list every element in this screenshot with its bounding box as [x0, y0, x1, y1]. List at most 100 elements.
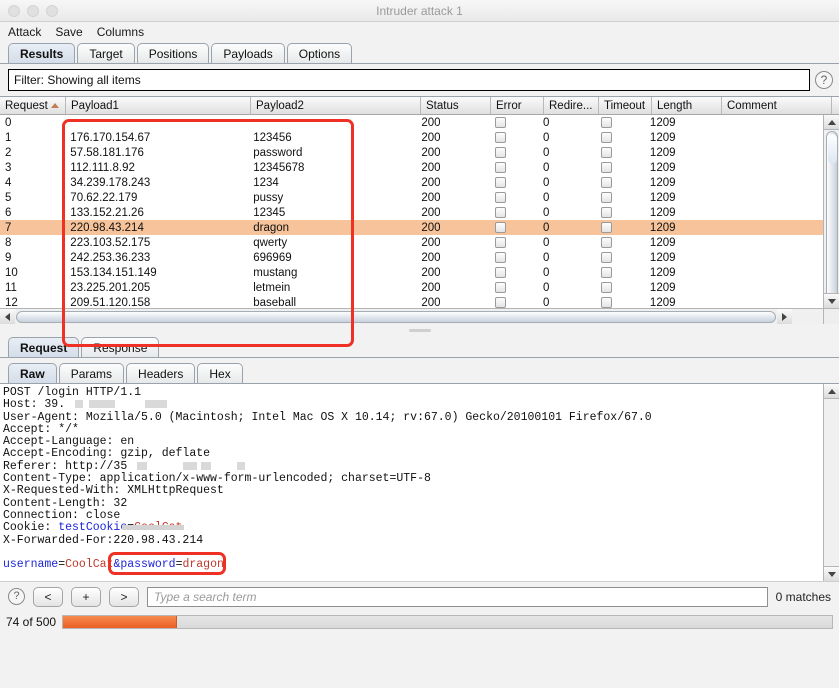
cell-redirect: 0 [543, 161, 550, 174]
tab-request[interactable]: Request [8, 337, 80, 357]
checkbox-timeout[interactable] [601, 192, 613, 203]
column-header-redirect[interactable]: Redire... [544, 97, 599, 114]
cell-timeout [592, 192, 644, 203]
checkbox-timeout[interactable] [601, 297, 613, 308]
table-row[interactable]: 1 176.170.154.67 123456 200 0 1209 [0, 130, 823, 145]
filter-help-icon[interactable]: ? [815, 71, 833, 89]
tab-options[interactable]: Options [286, 43, 353, 63]
column-header-length[interactable]: Length [652, 97, 722, 114]
cell-timeout [592, 267, 644, 278]
checkbox-error[interactable] [494, 132, 506, 143]
menu-item-columns[interactable]: Columns [97, 25, 144, 39]
cell-payload1: 34.239.178.243 [70, 176, 151, 189]
raw-scroll-down-icon[interactable] [824, 566, 839, 581]
scroll-right-icon[interactable] [777, 309, 792, 324]
table-row[interactable]: 12 209.51.120.158 baseball 200 0 1209 [0, 295, 823, 308]
tab-results[interactable]: Results [8, 43, 76, 63]
column-header-timeout[interactable]: Timeout [599, 97, 652, 114]
checkbox-error[interactable] [494, 207, 506, 218]
filter-input[interactable]: Filter: Showing all items [8, 69, 810, 91]
column-header-request[interactable]: Request [0, 97, 66, 114]
results-horizontal-scrollbar[interactable] [0, 308, 823, 324]
results-vertical-scrollbar[interactable] [823, 115, 839, 308]
column-header-payload1[interactable]: Payload1 [66, 97, 251, 114]
vertical-scroll-thumb[interactable] [826, 131, 838, 299]
checkbox-timeout[interactable] [601, 132, 613, 143]
checkbox-error[interactable] [494, 117, 506, 128]
search-help-icon[interactable]: ? [8, 588, 25, 605]
table-row[interactable]: 8 223.103.52.175 qwerty 200 0 1209 [0, 235, 823, 250]
tab-response[interactable]: Response [81, 337, 160, 357]
table-row[interactable]: 10 153.134.151.149 mustang 200 0 1209 [0, 265, 823, 280]
checkbox-error[interactable] [494, 252, 506, 263]
cell-status: 200 [421, 281, 441, 294]
cell-redirect: 0 [543, 251, 550, 264]
tab-raw[interactable]: Raw [8, 363, 57, 383]
checkbox-timeout[interactable] [601, 222, 613, 233]
checkbox-error[interactable] [494, 282, 506, 293]
table-row[interactable]: 6 133.152.21.26 12345 200 0 1209 [0, 205, 823, 220]
column-header-error[interactable]: Error [491, 97, 544, 114]
raw-request-text[interactable]: POST /login HTTP/1.1 Host: 39. User-Agent:… [0, 384, 839, 571]
raw-vertical-scrollbar[interactable] [823, 384, 839, 581]
tab-payloads[interactable]: Payloads [211, 43, 285, 63]
column-header-status[interactable]: Status [421, 97, 491, 114]
checkbox-error[interactable] [494, 297, 506, 308]
splitter-grip[interactable] [408, 328, 431, 332]
cell-status: 200 [421, 296, 441, 309]
table-row[interactable]: 11 23.225.201.205 letmein 200 0 1209 [0, 280, 823, 295]
checkbox-timeout[interactable] [601, 207, 613, 218]
checkbox-error[interactable] [494, 147, 506, 158]
panel-splitter[interactable] [0, 324, 839, 336]
search-input[interactable]: Type a search term [147, 586, 768, 607]
redacted-text-block [183, 461, 198, 470]
table-row[interactable]: 0 200 0 1209 [0, 115, 823, 130]
raw-request-panel[interactable]: POST /login HTTP/1.1 Host: 39. User-Agent:… [0, 384, 839, 581]
checkbox-timeout[interactable] [601, 177, 613, 188]
cell-timeout [592, 177, 644, 188]
cell-redirect: 0 [543, 146, 550, 159]
checkbox-timeout[interactable] [601, 147, 613, 158]
checkbox-timeout[interactable] [601, 237, 613, 248]
raw-line-text: Host: 39. [3, 398, 66, 412]
table-row[interactable]: 2 57.58.181.176 password 200 0 1209 [0, 145, 823, 160]
checkbox-error[interactable] [494, 192, 506, 203]
tab-params[interactable]: Params [58, 363, 125, 383]
table-row[interactable]: 3 112.111.8.92 12345678 200 0 1209 [0, 160, 823, 175]
raw-scroll-up-icon[interactable] [824, 384, 839, 399]
checkbox-timeout[interactable] [601, 162, 613, 173]
column-header-payload2[interactable]: Payload2 [251, 97, 421, 114]
checkbox-timeout[interactable] [601, 267, 613, 278]
checkbox-error[interactable] [494, 237, 506, 248]
cell-length: 1209 [649, 221, 676, 234]
checkbox-timeout[interactable] [601, 282, 613, 293]
search-add-button[interactable]: + [71, 586, 101, 607]
tab-target[interactable]: Target [77, 43, 135, 63]
checkbox-error[interactable] [494, 267, 506, 278]
checkbox-error[interactable] [494, 162, 506, 173]
column-header-comment[interactable]: Comment [722, 97, 832, 114]
table-row[interactable]: 4 34.239.178.243 1234 200 0 1209 [0, 175, 823, 190]
scroll-left-icon[interactable] [0, 309, 15, 324]
scroll-up-icon[interactable] [824, 115, 839, 130]
search-prev-button[interactable]: < [33, 586, 63, 607]
scroll-down-icon[interactable] [824, 293, 839, 308]
cell-status: 200 [421, 191, 441, 204]
tab-positions[interactable]: Positions [136, 43, 210, 63]
progress-track [62, 615, 833, 629]
checkbox-error[interactable] [494, 222, 506, 233]
horizontal-scroll-thumb[interactable] [16, 310, 776, 323]
search-next-button[interactable]: > [109, 586, 139, 607]
checkbox-timeout[interactable] [601, 117, 613, 128]
tab-headers[interactable]: Headers [126, 363, 196, 383]
table-row[interactable]: 5 70.62.22.179 pussy 200 0 1209 [0, 190, 823, 205]
checkbox-error[interactable] [494, 177, 506, 188]
tab-hex[interactable]: Hex [197, 363, 243, 383]
cell-payload2: password [253, 146, 303, 159]
table-row[interactable]: 7 220.98.43.214 dragon 200 0 1209 [0, 220, 823, 235]
checkbox-timeout[interactable] [601, 252, 613, 263]
menu-item-attack[interactable]: Attack [8, 25, 41, 39]
table-row[interactable]: 9 242.253.36.233 696969 200 0 1209 [0, 250, 823, 265]
search-match-count: 0 matches [775, 589, 831, 604]
menu-item-save[interactable]: Save [55, 25, 82, 39]
